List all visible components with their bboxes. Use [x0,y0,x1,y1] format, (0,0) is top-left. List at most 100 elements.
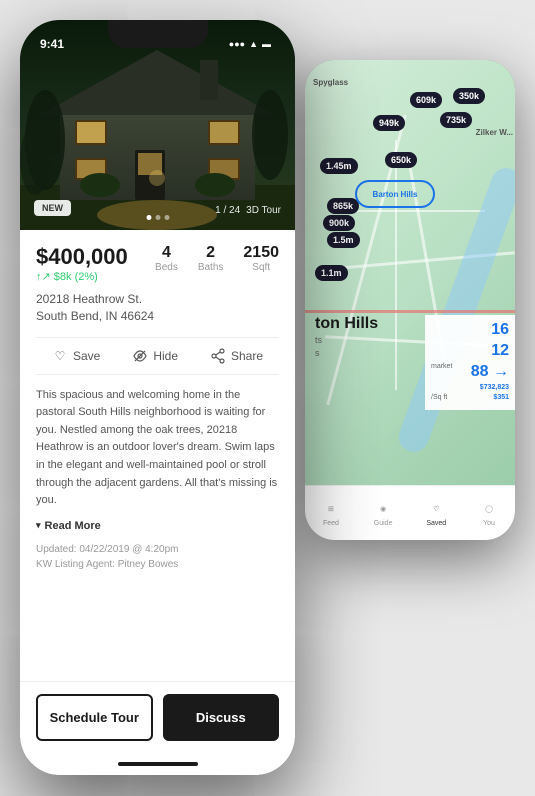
notch [108,20,208,48]
stat-row: 16 [431,321,509,339]
map-bottom-nav: ⊞ Feed ◉ Guide ♡ Saved ◯ You [305,485,515,540]
read-more-button[interactable]: ▾ Read More [36,520,279,532]
hide-button[interactable]: Hide [132,348,178,364]
home-icon: ⊞ [322,500,340,518]
price-bubble: 650k [385,152,417,168]
person-icon: ◯ [480,500,498,518]
sqft-stat: 2150 Sqft [243,244,279,273]
sqft-label: /Sq ft [431,394,447,401]
price-bubble: 350k [453,88,485,104]
market-label: market [431,363,452,381]
dot-1 [146,215,151,220]
battery-icon: ▬ [262,39,271,49]
tour-label: 3D Tour [246,205,281,216]
image-dots [146,215,169,220]
barton-hills-label: Barton Hills [355,180,435,208]
home-indicator [20,753,295,775]
price-bubble: 1.45m [320,158,358,174]
map-road [395,140,397,390]
map-divider [305,310,515,313]
phones-wrapper: Spyglass Zilker W... 609k 350k 949k 735k… [0,0,535,796]
status-icons: ●●● ▲ ▬ [229,39,271,49]
listing-price: $400,000 [36,244,128,270]
hide-icon [132,348,148,364]
stat-price: $732,823 [480,384,509,391]
price-change: ↑↗ $8k (2%) [36,270,128,283]
chevron-icon: ▾ [36,520,41,531]
stat-market: 88 → [471,363,509,381]
stat-row: 12 [431,342,509,360]
share-button[interactable]: Share [210,348,263,364]
map-subtitle: ts [315,335,322,345]
map-subtitle2: s [315,348,320,358]
phone-front: 9:41 ●●● ▲ ▬ [20,20,295,775]
heart-icon: ♡ [427,500,445,518]
price-bubble: 609k [410,92,442,108]
phone-back: Spyglass Zilker W... 609k 350k 949k 735k… [305,60,515,540]
agent-info: KW Listing Agent: Pitney Bowes [36,559,279,570]
nav-feed-label: Feed [323,520,339,527]
nav-you-label: You [483,520,495,527]
address-block: 20218 Heathrow St. South Bend, IN 46624 [36,291,279,325]
stat-sqft: $351 [493,394,509,401]
price-bubble: 1.5m [327,232,360,248]
signal-icon: ●●● [229,39,245,49]
nav-item-feed[interactable]: ⊞ Feed [322,500,340,527]
map-phone-inner: Spyglass Zilker W... 609k 350k 949k 735k… [305,60,515,540]
baths-stat: 2 Baths [198,244,224,273]
save-button[interactable]: ♡ Save [52,348,100,364]
beds-stat: 4 Beds [155,244,178,273]
price-block: $400,000 ↑↗ $8k (2%) [36,244,128,283]
listing-content: $400,000 ↑↗ $8k (2%) 4 Beds 2 Baths [20,230,295,681]
nav-item-you[interactable]: ◯ You [480,500,498,527]
share-icon [210,348,226,364]
updated-info: Updated: 04/22/2019 @ 4:20pm [36,544,279,555]
stat-row-market: market 88 → [431,363,509,381]
share-label: Share [231,349,263,363]
hide-label: Hide [153,349,178,363]
discuss-button[interactable]: Discuss [163,694,280,741]
guide-icon: ◉ [374,500,392,518]
wifi-icon: ▲ [249,39,258,49]
image-count: 1 / 24 [215,205,240,216]
nav-saved-label: Saved [426,520,446,527]
map-stats: 16 12 market 88 → $732,823 [425,315,515,410]
bottom-bar: Schedule Tour Discuss [20,681,295,753]
spyglass-label: Spyglass [313,78,348,87]
image-count-area: 1 / 24 3D Tour [215,205,281,216]
baths-label: Baths [198,262,224,273]
baths-value: 2 [198,244,224,262]
home-bar [118,762,198,766]
beds-label: Beds [155,262,178,273]
action-row: ♡ Save Hide [36,337,279,375]
sqft-value: 2150 [243,244,279,262]
price-bubble: 1.1m [315,265,348,281]
zilker-label: Zilker W... [476,128,513,137]
sqft-label: Sqft [243,262,279,273]
listing-description: This spacious and welcoming home in the … [36,387,279,510]
stat-avg-days: 12 [491,342,509,360]
read-more-label: Read More [45,520,101,532]
schedule-tour-button[interactable]: Schedule Tour [36,694,153,741]
stats-row: 4 Beds 2 Baths 2150 Sqft [155,244,279,273]
address-line2: South Bend, IN 46624 [36,308,279,325]
stat-days: 16 [491,321,509,339]
price-bubble: 865k [327,198,359,214]
price-bubble: 949k [373,115,405,131]
save-label: Save [73,349,100,363]
dot-2 [155,215,160,220]
listing-phone-inner: 9:41 ●●● ▲ ▬ [20,20,295,775]
heart-icon: ♡ [52,348,68,364]
nav-item-guide[interactable]: ◉ Guide [374,500,393,527]
address-line1: 20218 Heathrow St. [36,291,279,308]
price-bubble: 900k [323,215,355,231]
stat-row-sqft: /Sq ft $351 [431,394,509,401]
new-badge: NEW [34,200,71,216]
price-bubble: 735k [440,112,472,128]
nav-item-saved[interactable]: ♡ Saved [426,500,446,527]
stat-row-price: $732,823 [431,384,509,391]
house-image: 9:41 ●●● ▲ ▬ [20,20,295,230]
price-row: $400,000 ↑↗ $8k (2%) 4 Beds 2 Baths [36,244,279,283]
time-display: 9:41 [40,37,64,51]
beds-value: 4 [155,244,178,262]
